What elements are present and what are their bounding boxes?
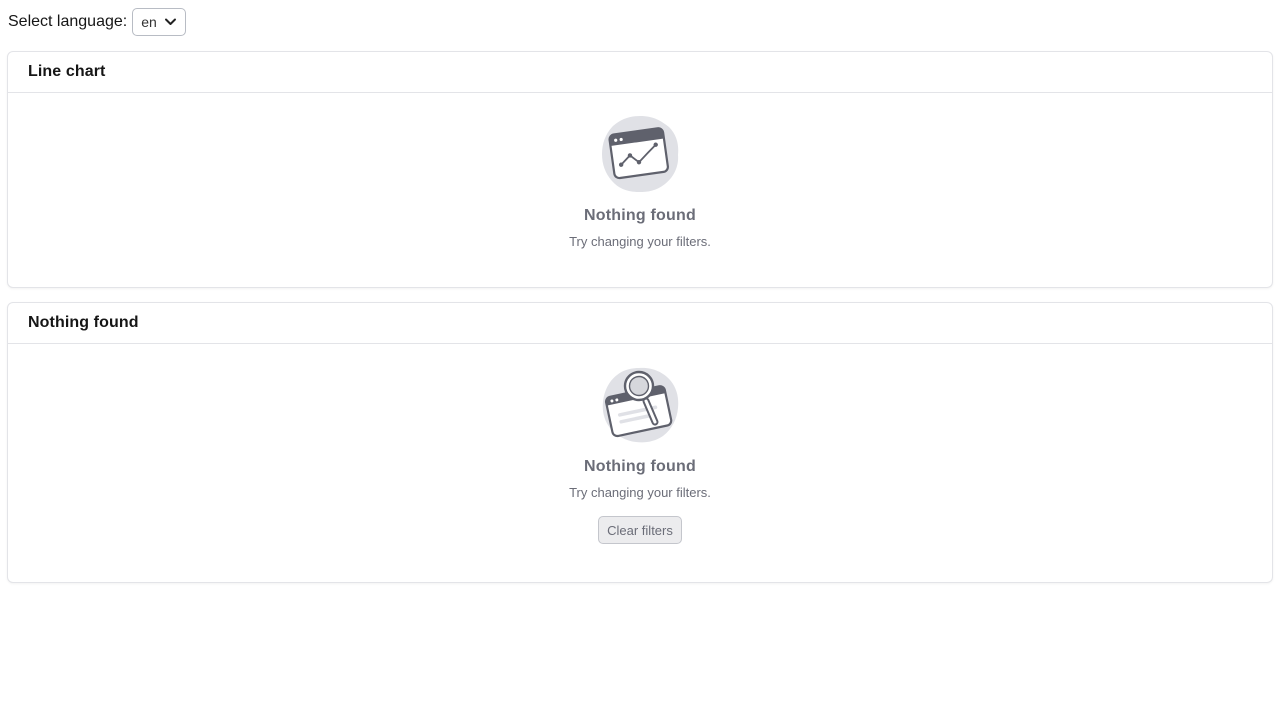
language-select[interactable]: en bbox=[132, 8, 187, 36]
empty-state: Nothing found Try changing your filters.… bbox=[8, 344, 1272, 544]
empty-state-description: Try changing your filters. bbox=[569, 234, 711, 249]
empty-state: Nothing found Try changing your filters. bbox=[8, 93, 1272, 249]
empty-state-description: Try changing your filters. bbox=[569, 485, 711, 500]
panel-title: Line chart bbox=[28, 63, 106, 80]
chevron-down-icon bbox=[165, 18, 177, 25]
empty-line-chart-illustration bbox=[602, 116, 679, 192]
empty-state-title: Nothing found bbox=[584, 207, 696, 224]
panel-header: Line chart bbox=[8, 52, 1272, 93]
panel-header: Nothing found bbox=[8, 303, 1272, 344]
clear-filters-button[interactable]: Clear filters bbox=[598, 516, 682, 544]
nothing-found-panel: Nothing found Nothing found Try changing… bbox=[7, 302, 1273, 583]
line-chart-panel: Line chart Nothing found Try changing yo… bbox=[7, 51, 1273, 288]
panel-title: Nothing found bbox=[28, 314, 139, 331]
language-label: Select language: bbox=[8, 13, 128, 30]
language-select-value: en bbox=[141, 14, 157, 30]
empty-state-title: Nothing found bbox=[584, 458, 696, 475]
language-selector-row: Select language: en bbox=[8, 8, 187, 36]
empty-search-illustration bbox=[602, 367, 679, 443]
